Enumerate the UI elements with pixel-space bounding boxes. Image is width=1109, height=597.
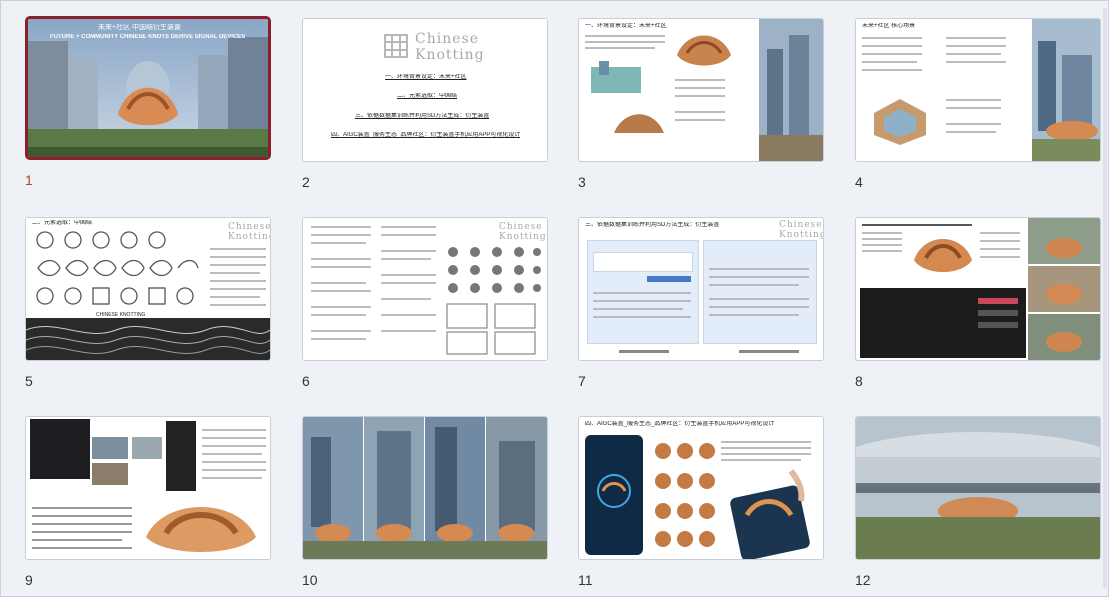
- slide-thumbnail-5[interactable]: 二、元素选取：中国结 CHINESE KNOTTING Chinese Knot…: [25, 217, 273, 389]
- slide-2-line-3: 三、依据数据集训练并利用SD方法生成：衍生装置: [355, 113, 490, 119]
- slide-grid: 未来+社区 中国结衍生装置 FUTURE + COMMUNITY CHINESE…: [0, 0, 1109, 597]
- slide-number: 7: [578, 373, 586, 389]
- slide-preview: [302, 416, 548, 560]
- slide-2-line-1: 一、环境背景设定：未来+社区: [385, 74, 467, 80]
- logo-text-2: Knotting: [499, 232, 547, 242]
- slide-12-image: [856, 417, 1100, 559]
- logo-text-1: Chinese: [228, 222, 271, 232]
- slide-preview: 二、元素选取：中国结 CHINESE KNOTTING Chinese Knot…: [25, 217, 271, 361]
- slide-thumbnail-7[interactable]: 三、依据数据集训练并利用SD方法生成：衍生装置 Chinese Knotting…: [578, 217, 826, 389]
- slide-number: 1: [25, 172, 33, 188]
- slide-thumbnail-12[interactable]: 12: [855, 416, 1103, 588]
- slide-preview: [855, 416, 1101, 560]
- slide-preview: 四、AIGC装置_服务生态_品牌社区：衍生装置手机应用APP可视化设计: [578, 416, 824, 560]
- slide-number: 9: [25, 572, 33, 588]
- slide-number: 11: [578, 572, 593, 588]
- slide-preview: 未来+社区 中国结衍生装置 FUTURE + COMMUNITY CHINESE…: [25, 16, 271, 160]
- logo-text-1: Chinese: [779, 220, 823, 230]
- slide-number: 4: [855, 174, 863, 190]
- slide-7-heading: 三、依据数据集训练并利用SD方法生成：衍生装置: [585, 222, 720, 228]
- vertical-scrollbar[interactable]: [1103, 8, 1107, 588]
- slide-thumbnail-3[interactable]: 一、环境背景设定：未来+社区 3: [578, 18, 826, 190]
- slide-thumbnail-6[interactable]: Chinese Knotting 6: [302, 217, 550, 389]
- slide-preview: Chinese Knotting 一、环境背景设定：未来+社区 二、元素选取：中…: [302, 18, 548, 162]
- slide-preview: [25, 416, 271, 560]
- slide-number: 6: [302, 373, 310, 389]
- slide-thumbnail-4[interactable]: 未来+社区 核心场景 4: [855, 18, 1103, 190]
- slide-number: 8: [855, 373, 863, 389]
- knot-grid-icon: [446, 247, 541, 355]
- slide-1-subtitle: FUTURE + COMMUNITY CHINESE KNOTS DERIVE …: [50, 34, 246, 40]
- logo-text-1: Chinese: [415, 31, 479, 47]
- slide-thumbnail-10[interactable]: 10: [302, 416, 550, 588]
- slide-10-image: [303, 417, 547, 559]
- slide-number: 2: [302, 174, 310, 190]
- slide-preview: Chinese Knotting: [302, 217, 548, 361]
- slide-thumbnail-1[interactable]: 未来+社区 中国结衍生装置 FUTURE + COMMUNITY CHINESE…: [25, 16, 273, 188]
- knot-logo-icon: [384, 34, 408, 58]
- slide-3-heading: 一、环境背景设定：未来+社区: [585, 23, 667, 29]
- slide-thumbnail-2[interactable]: Chinese Knotting 一、环境背景设定：未来+社区 二、元素选取：中…: [302, 18, 550, 190]
- slide-11-heading: 四、AIGC装置_服务生态_品牌社区：衍生装置手机应用APP可视化设计: [585, 421, 775, 427]
- slide-number: 10: [302, 572, 318, 588]
- logo-text-2: Knotting: [228, 232, 271, 242]
- logo-text-1: Chinese: [499, 222, 543, 232]
- slide-number: 3: [578, 174, 586, 190]
- logo-text-2: Knotting: [779, 230, 824, 240]
- slide-thumbnail-8[interactable]: 8: [855, 217, 1103, 389]
- logo-text-2: Knotting: [415, 47, 485, 63]
- slide-thumbnail-9[interactable]: 9: [25, 416, 273, 588]
- slide-2-line-2: 二、元素选取：中国结: [397, 93, 458, 99]
- slide-preview: [855, 217, 1101, 361]
- slide-2-line-4: 四、AIGC装置_服务生态_品牌社区：衍生装置手机应用APP可视化设计: [331, 132, 521, 138]
- slide-4-heading: 未来+社区 核心场景: [862, 23, 916, 29]
- slide-1-title: 未来+社区 中国结衍生装置: [98, 24, 182, 31]
- slide-5-caption: CHINESE KNOTTING: [96, 312, 146, 318]
- slide-thumbnail-11[interactable]: 四、AIGC装置_服务生态_品牌社区：衍生装置手机应用APP可视化设计 11: [578, 416, 826, 588]
- slide-preview: 一、环境背景设定：未来+社区: [578, 18, 824, 162]
- slide-number: 12: [855, 572, 871, 588]
- slide-preview: 未来+社区 核心场景: [855, 18, 1101, 162]
- slide-number: 5: [25, 373, 33, 389]
- phone-app-mockup: [585, 435, 811, 559]
- slide-preview: 三、依据数据集训练并利用SD方法生成：衍生装置 Chinese Knotting: [578, 217, 824, 361]
- slide-5-heading: 二、元素选取：中国结: [32, 220, 93, 226]
